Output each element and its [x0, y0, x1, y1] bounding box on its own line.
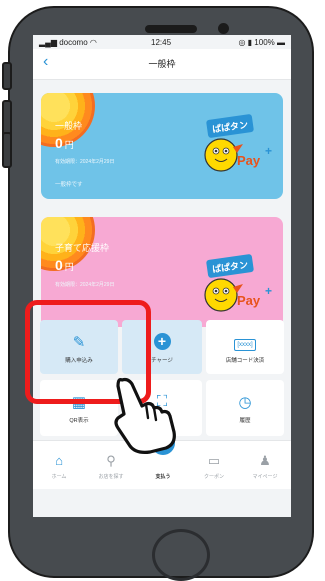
front-camera [218, 23, 229, 34]
pointing-hand-icon [114, 377, 176, 454]
history-button[interactable]: ◷ 履歴 [206, 380, 284, 436]
person-icon: ♟ [259, 453, 271, 468]
home-button[interactable] [152, 529, 210, 581]
history-icon: ◷ [238, 394, 252, 411]
carrier-label: ▂▄▆ docomo ◠ [39, 38, 97, 47]
volume-down-button [2, 132, 12, 168]
store-code-icon: [xxxx] [206, 333, 284, 351]
papatan-pay-logo-icon: ぱぱタン Pay + [204, 114, 272, 172]
tab-home[interactable]: ⌂ ホーム [33, 441, 85, 489]
balance-card-general[interactable]: 一般枠 0円 有効期限：2024年2月29日 一般枠です ぱぱタン Pay + [41, 93, 283, 199]
card-balance: 0円 [55, 135, 74, 151]
card-title: 子育て応援枠 [55, 243, 110, 253]
status-time: 12:45 [151, 38, 172, 47]
speaker-grille [145, 25, 197, 33]
card-title: 一般枠 [55, 121, 83, 131]
mute-switch [2, 62, 12, 90]
card-note: 一般枠です [55, 182, 83, 188]
card-balance: 0円 [55, 257, 74, 273]
svg-text:+: + [265, 144, 272, 158]
svg-text:+: + [265, 284, 272, 298]
tab-mypage[interactable]: ♟ マイページ [239, 441, 291, 489]
card-expiry: 有効期限：2024年2月29日 [55, 282, 115, 288]
card-expiry: 有効期限：2024年2月29日 [55, 159, 115, 165]
svg-text:Pay: Pay [237, 293, 261, 308]
home-icon: ⌂ [55, 453, 63, 468]
nav-bar: ‹ 一般枠 [33, 49, 291, 80]
page-title: 一般枠 [148, 59, 176, 69]
coupon-icon: ▭ [207, 453, 221, 468]
store-code-payment-button[interactable]: [xxxx] 店舗コード決済 [206, 320, 284, 374]
status-bar: ▂▄▆ docomo ◠ 12:45 ◎ ▮ 100% ▬ [33, 35, 291, 49]
svg-text:Pay: Pay [237, 153, 261, 168]
papatan-pay-logo-icon: ぱぱタン Pay + [204, 254, 272, 312]
tab-coupon[interactable]: ▭ クーポン [188, 441, 240, 489]
battery-indicator: ◎ ▮ 100% ▬ [238, 38, 285, 47]
